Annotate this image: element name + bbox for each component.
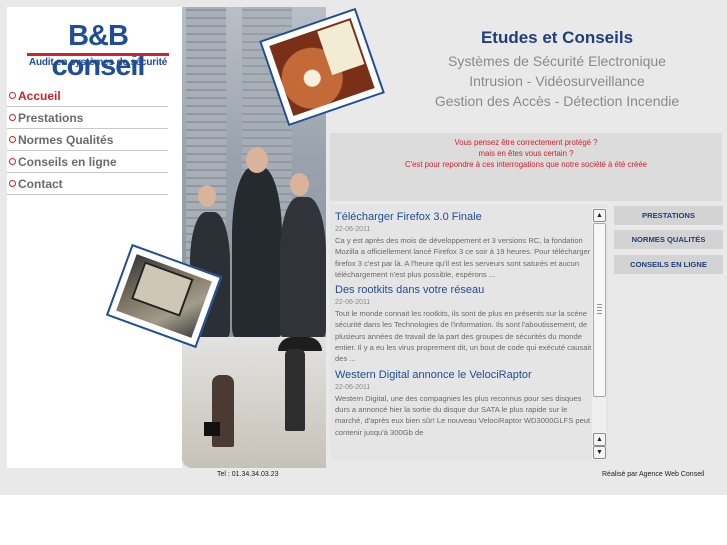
conseils-en-ligne-button[interactable]: CONSEILS EN LIGNE: [614, 255, 723, 274]
grip-icon: [597, 304, 602, 314]
page-title: Etudes et Conseils: [480, 28, 634, 47]
news-date: 22-06-2011: [335, 226, 371, 233]
header-line-1: Systèmes de Sécurité Electronique: [448, 53, 666, 69]
notice-line-1: Vous pensez être correctement protégé ?: [454, 138, 598, 147]
news-panel: Télécharger Firefox 3.0 Finale 22-06-201…: [330, 205, 608, 461]
prestations-button[interactable]: PRESTATIONS: [614, 206, 723, 225]
footer-credit-link[interactable]: Réalisé par Agence Web Conseil: [602, 471, 704, 478]
notice-box: Vous pensez être correctement protégé ? …: [330, 133, 722, 201]
scroll-up-icon[interactable]: ▲: [593, 433, 606, 446]
nav-item-accueil[interactable]: Accueil: [7, 85, 168, 107]
bullet-icon: [9, 92, 16, 99]
photo-person-head: [290, 173, 309, 196]
header-line-3: Gestion des Accès - Détection Incendie: [434, 93, 680, 109]
logo-underline: [27, 53, 169, 56]
footer-phone: Tel : 01.34.34.03.23: [217, 471, 279, 478]
nav-label: Prestations: [18, 110, 84, 125]
scroll-up-icon[interactable]: ▲: [593, 209, 606, 222]
photo-person: [232, 167, 282, 337]
news-title-link[interactable]: Western Digital annonce le VelociRaptor: [335, 368, 592, 383]
nav-label: Contact: [18, 176, 63, 191]
notice-line-2: mais en êtes vous certain ?: [478, 149, 574, 158]
nav-label: Conseils en ligne: [18, 154, 117, 169]
news-item: Télécharger Firefox 3.0 Finale 22-06-201…: [335, 210, 592, 280]
photo-woman-figure: [212, 375, 234, 447]
header-line-2: Intrusion - Vidéosurveillance: [469, 73, 645, 89]
photo-person-head: [246, 147, 268, 173]
page-header: Etudes et Conseils Systèmes de Sécurité …: [392, 28, 722, 111]
news-excerpt: Ca y est après des mois de développement…: [335, 236, 591, 279]
site-logo[interactable]: B&B conseil Audit en systèmes de sécurit…: [23, 19, 173, 82]
scrollbar-thumb[interactable]: [593, 223, 606, 397]
news-title-link[interactable]: Télécharger Firefox 3.0 Finale: [335, 210, 592, 225]
left-sidebar: B&B conseil Audit en systèmes de sécurit…: [7, 7, 182, 468]
logo-subtitle: Audit en systèmes de sécurité: [28, 57, 168, 68]
news-scrollbar[interactable]: ▲ ▲ ▼: [592, 208, 606, 460]
nav-label: Normes Qualités: [18, 132, 114, 147]
nav-item-conseils-en-ligne[interactable]: Conseils en ligne: [7, 151, 168, 173]
news-list: Télécharger Firefox 3.0 Finale 22-06-201…: [335, 210, 592, 441]
normes-qualites-button[interactable]: NORMES QUALITÉS: [614, 230, 723, 249]
nav-item-normes-qualites[interactable]: Normes Qualités: [7, 129, 168, 151]
bullet-icon: [9, 180, 16, 187]
bullet-icon: [9, 114, 16, 121]
news-date: 22-06-2011: [335, 299, 371, 307]
bullet-icon: [9, 158, 16, 165]
nav-item-contact[interactable]: Contact: [7, 173, 168, 195]
main-nav: Accueil Prestations Normes Qualités Cons…: [7, 85, 168, 195]
news-excerpt: Tout le monde connait les rootkits, ils …: [335, 309, 592, 364]
news-date: 22-06-2011: [335, 383, 371, 391]
photo-person-head: [198, 185, 216, 207]
bullet-icon: [9, 136, 16, 143]
nav-label: Accueil: [18, 88, 61, 103]
photo-man-figure: [285, 349, 305, 431]
news-item: Des rootkits dans votre réseau 22-06-201…: [335, 283, 592, 364]
photo-person: [280, 197, 326, 337]
news-item: Western Digital annonce le VelociRaptor …: [335, 368, 592, 438]
news-excerpt: Western Digital, une des compagnies les …: [335, 393, 591, 437]
notice-line-3: C'est pour repondre à ces interrogations…: [404, 160, 648, 169]
logo-title: B&B conseil: [51, 20, 146, 82]
news-title-link[interactable]: Des rootkits dans votre réseau: [335, 283, 592, 298]
scroll-down-icon[interactable]: ▼: [593, 446, 606, 459]
briefcase-icon: [204, 422, 220, 436]
nav-item-prestations[interactable]: Prestations: [7, 107, 168, 129]
